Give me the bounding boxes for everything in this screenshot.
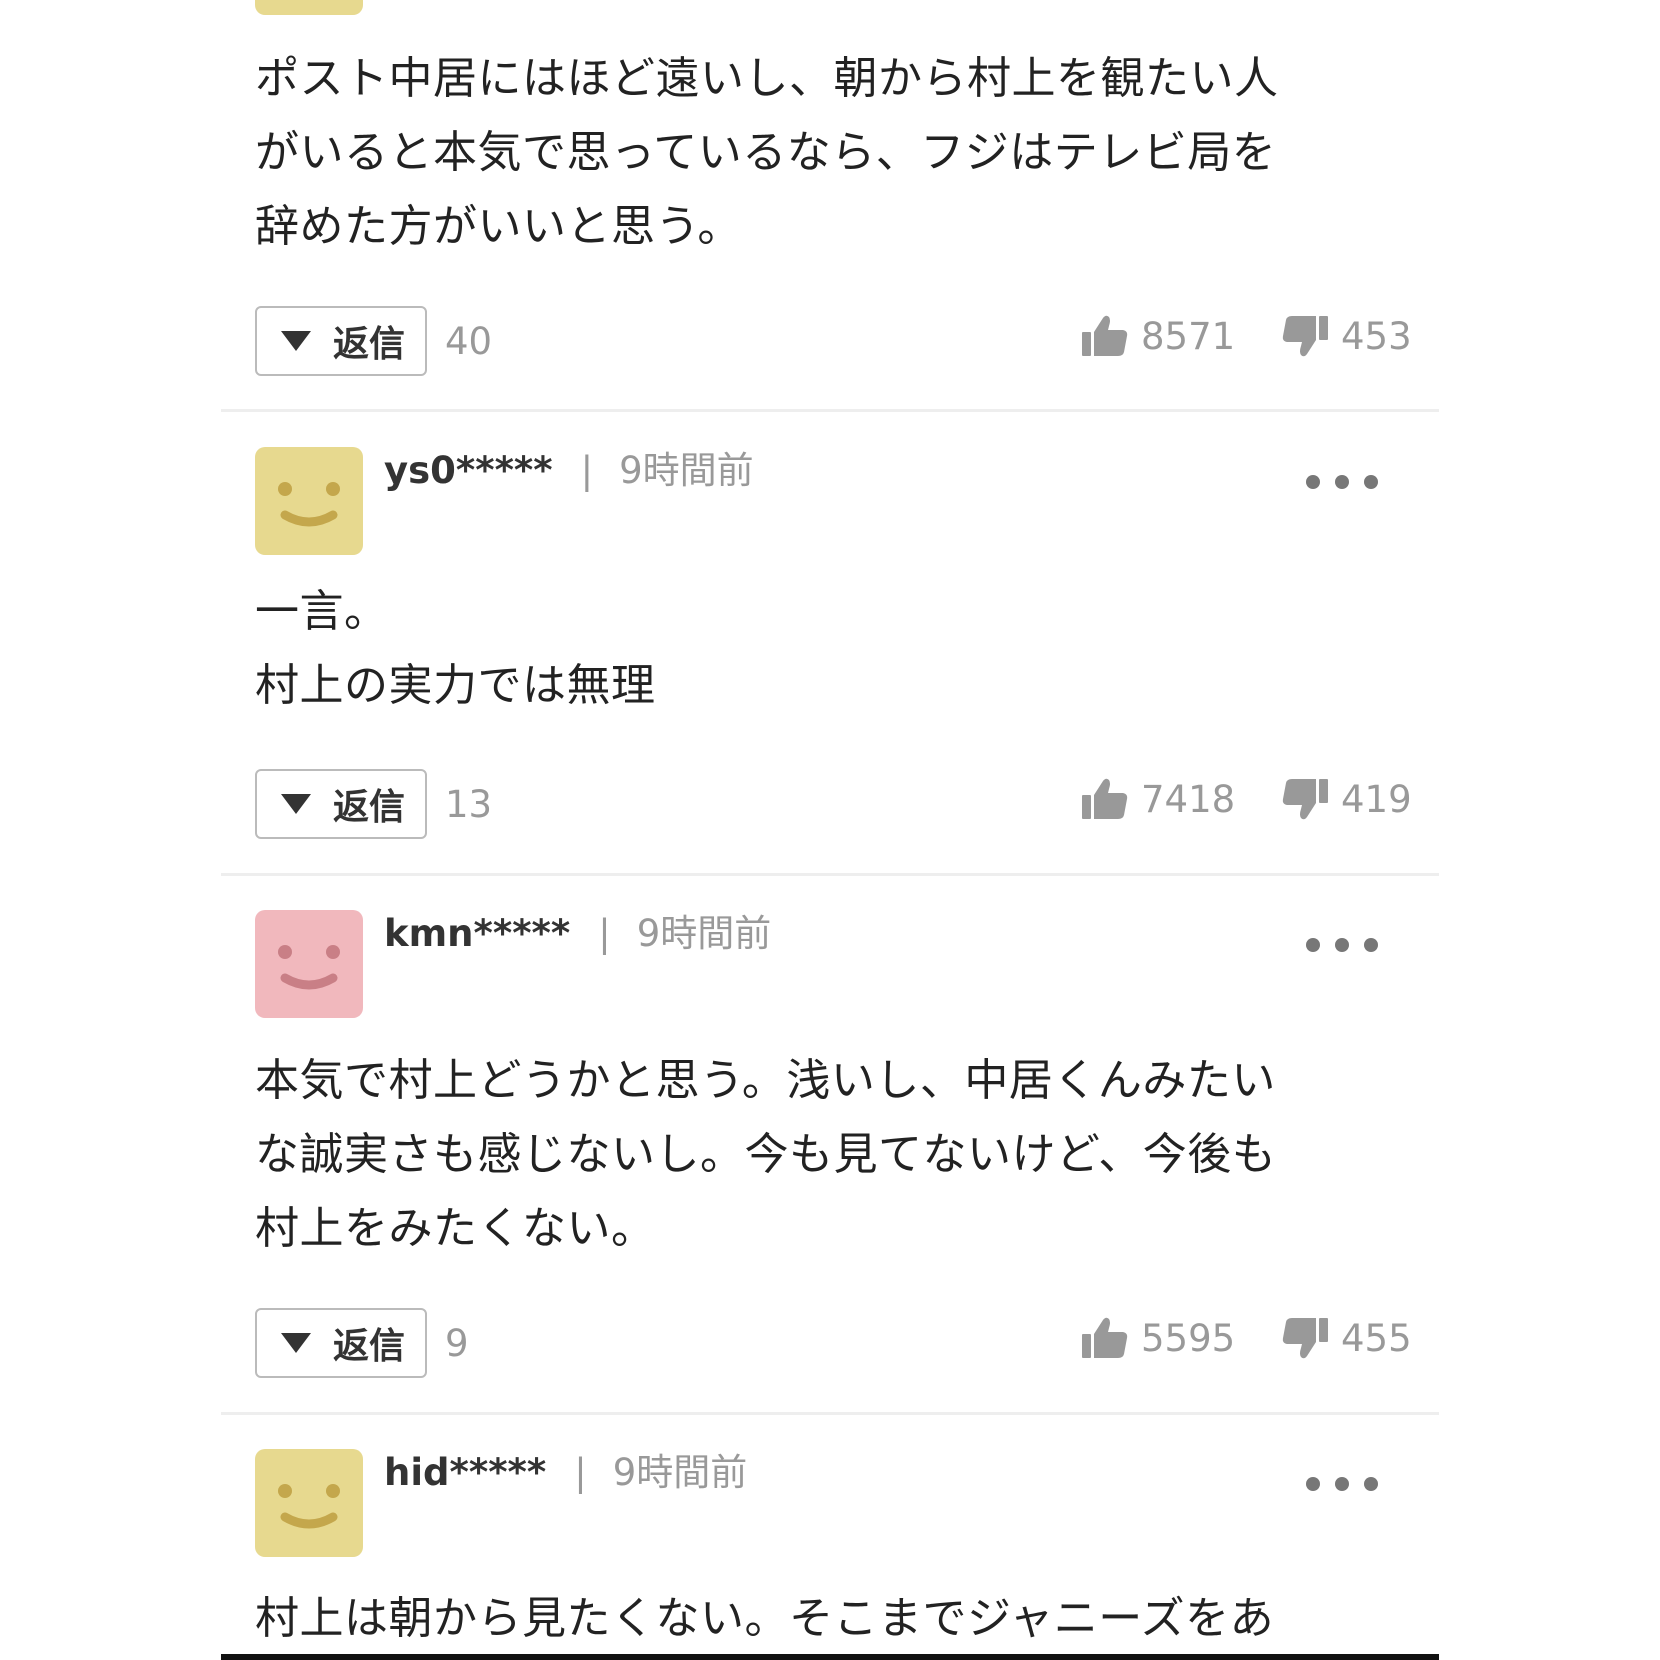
- username[interactable]: kmn*****: [384, 912, 570, 955]
- more-dots-icon: [1335, 475, 1349, 489]
- chevron-down-icon: [281, 1333, 311, 1353]
- thumbs-down-icon: [1282, 316, 1328, 357]
- like-button[interactable]: 8571: [1081, 314, 1235, 358]
- comment-body: 本気で村上どうかと思う。浅いし、中居くんみたい な誠実さも感じないし。今も見てな…: [255, 1055, 1277, 1254]
- comment-meta: hid***** | 9時間前: [384, 1451, 747, 1495]
- more-dots-icon: [1364, 475, 1378, 489]
- comment-meta: kmn***** | 9時間前: [384, 912, 771, 956]
- thumbs-up-icon: [1082, 315, 1128, 356]
- dislike-count: 453: [1341, 314, 1412, 358]
- more-options-button[interactable]: [1306, 471, 1378, 493]
- more-dots-icon: [1306, 938, 1320, 952]
- chevron-down-icon: [281, 794, 311, 814]
- like-count: 8571: [1141, 314, 1236, 358]
- smile-face-icon: [278, 1484, 340, 1529]
- avatar: [255, 0, 363, 15]
- username[interactable]: hid*****: [384, 1451, 546, 1494]
- reply-button[interactable]: 返信: [255, 306, 427, 376]
- comment-actions: 返信 9 5595 455: [221, 1308, 1439, 1382]
- comment-item: hid***** | 9時間前 村上は朝から見たくない。そこまでジャニーズをあ: [221, 1449, 1439, 1644]
- comment-actions: 返信 13 7418 419: [221, 769, 1439, 843]
- reply-button[interactable]: 返信: [255, 769, 427, 839]
- divider: [221, 1412, 1439, 1415]
- separator: |: [580, 449, 594, 492]
- dislike-button[interactable]: 455: [1281, 1316, 1412, 1360]
- timestamp: 9時間前: [636, 912, 772, 955]
- timestamp: 9時間前: [612, 1451, 748, 1494]
- avatar[interactable]: [255, 910, 363, 1018]
- thumbs-up-icon: [1082, 778, 1128, 819]
- comment-item: kmn***** | 9時間前 本気で村上どうかと思う。浅いし、中居くんみたい な誠…: [221, 910, 1439, 1415]
- comment-item: ys0***** | 9時間前 一言。 村上の実力では無理 返信 13 7418: [221, 447, 1439, 876]
- reply-label: 返信: [333, 324, 406, 365]
- smile-face-icon: [278, 945, 340, 990]
- avatar[interactable]: [255, 1449, 363, 1557]
- dislike-count: 455: [1341, 1316, 1412, 1360]
- comment-body: ポスト中居にはほど遠いし、朝から村上を観たい人 がいると本気で思っているなら、フ…: [255, 53, 1279, 252]
- comment-header: ys0***** | 9時間前: [221, 447, 1439, 555]
- comment-body: 村上は朝から見たくない。そこまでジャニーズをあ: [255, 1593, 1275, 1644]
- bottom-edge-bar: [221, 1654, 1439, 1660]
- more-options-button[interactable]: [1306, 934, 1378, 956]
- comment-actions: 返信 40 8571 453: [221, 306, 1439, 380]
- comment-meta: ys0***** | 9時間前: [384, 449, 754, 493]
- reply-count: 9: [445, 1322, 469, 1365]
- comment-body: 一言。 村上の実力では無理: [255, 586, 656, 711]
- dislike-button[interactable]: 453: [1281, 314, 1412, 358]
- dislike-button[interactable]: 419: [1281, 777, 1412, 821]
- like-count: 7418: [1141, 777, 1236, 821]
- username[interactable]: ys0*****: [384, 449, 553, 492]
- thumbs-up-icon: [1082, 1317, 1128, 1358]
- more-dots-icon: [1364, 1477, 1378, 1491]
- comment-header: hid***** | 9時間前: [221, 1449, 1439, 1557]
- more-dots-icon: [1335, 1477, 1349, 1491]
- like-button[interactable]: 7418: [1081, 777, 1235, 821]
- more-dots-icon: [1364, 938, 1378, 952]
- reply-count: 13: [445, 783, 493, 826]
- smile-face-icon: [278, 482, 340, 527]
- timestamp: 9時間前: [619, 449, 754, 492]
- more-dots-icon: [1335, 938, 1349, 952]
- like-button[interactable]: 5595: [1081, 1316, 1235, 1360]
- thumbs-down-icon: [1282, 1318, 1328, 1359]
- separator: |: [598, 912, 611, 955]
- chevron-down-icon: [281, 331, 311, 351]
- comment-header: kmn***** | 9時間前: [221, 910, 1439, 1018]
- divider: [221, 409, 1439, 412]
- dislike-count: 419: [1341, 777, 1412, 821]
- separator: |: [574, 1451, 587, 1494]
- more-options-button[interactable]: [1306, 1473, 1378, 1495]
- reply-button[interactable]: 返信: [255, 1308, 427, 1378]
- more-dots-icon: [1306, 475, 1320, 489]
- thumbs-down-icon: [1282, 779, 1328, 820]
- reply-label: 返信: [333, 787, 406, 828]
- more-dots-icon: [1306, 1477, 1320, 1491]
- like-count: 5595: [1141, 1316, 1236, 1360]
- avatar[interactable]: [255, 447, 363, 555]
- reply-count: 40: [445, 320, 493, 363]
- divider: [221, 873, 1439, 876]
- reply-label: 返信: [333, 1326, 406, 1367]
